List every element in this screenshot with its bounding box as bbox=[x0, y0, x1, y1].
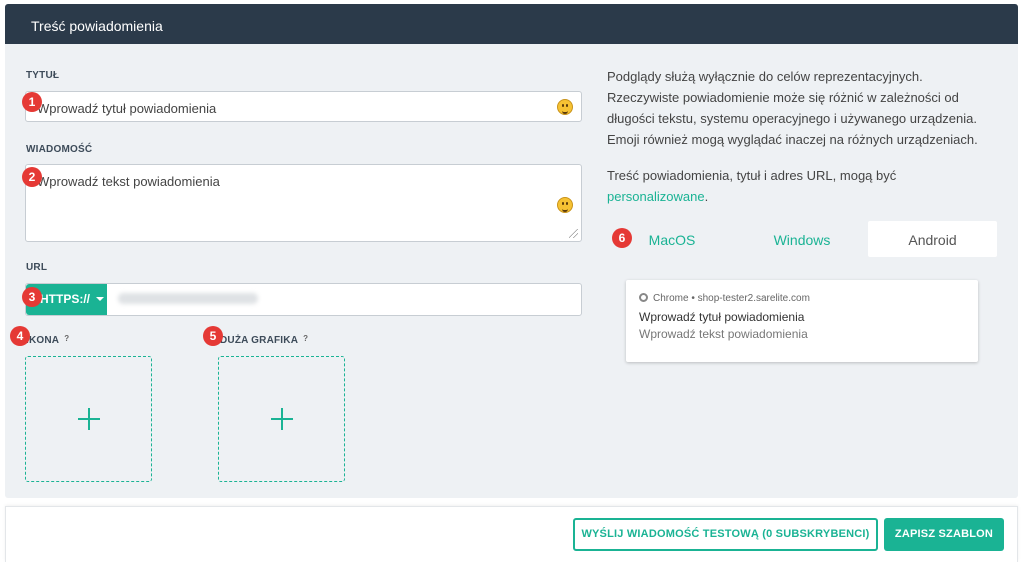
tab-android[interactable]: Android bbox=[868, 221, 997, 257]
save-template-button[interactable]: ZAPISZ SZABLON bbox=[884, 518, 1004, 551]
url-input[interactable]: HTTPS:// bbox=[25, 283, 582, 316]
message-textarea[interactable]: Wprowadź tekst powiadomienia bbox=[25, 164, 582, 242]
icon-label-text: IKONA bbox=[26, 335, 60, 346]
resize-handle-icon[interactable] bbox=[569, 229, 578, 238]
preview-source-text: Chrome • shop-tester2.sarelite.com bbox=[653, 293, 810, 304]
help-icon[interactable]: ? bbox=[303, 334, 308, 343]
url-label: URL bbox=[26, 262, 48, 273]
protocol-value: HTTPS:// bbox=[40, 292, 90, 306]
title-input[interactable]: Wprowadź tytuł powiadomienia bbox=[25, 91, 582, 122]
caret-down-icon bbox=[96, 297, 104, 301]
info-line-link: personalizowane. bbox=[607, 186, 896, 207]
chrome-icon bbox=[639, 293, 648, 302]
step-badge-2: 2 bbox=[22, 167, 42, 187]
step-badge-5: 5 bbox=[203, 326, 223, 346]
image-upload-dropzone[interactable] bbox=[218, 356, 345, 482]
icon-label: IKONA? bbox=[26, 334, 69, 346]
step-badge-3: 3 bbox=[22, 287, 42, 307]
smiley-face-icon[interactable] bbox=[557, 99, 573, 115]
preview-title: Wprowadź tytuł powiadomienia bbox=[639, 310, 805, 324]
info-line: Podglądy służą wyłącznie do celów reprez… bbox=[607, 69, 923, 84]
message-label: WIADOMOŚĆ bbox=[26, 144, 93, 155]
preview-source: Chrome • shop-tester2.sarelite.com bbox=[639, 292, 810, 304]
info-line: Emoji również mogą wyglądać inaczej na r… bbox=[607, 132, 978, 147]
personalization-link[interactable]: personalizowane bbox=[607, 189, 705, 204]
preview-info-text: Podglądy służą wyłącznie do celów reprez… bbox=[607, 66, 978, 150]
title-label: TYTUŁ bbox=[26, 70, 60, 81]
smiley-face-icon[interactable] bbox=[557, 197, 573, 213]
info-line: Rzeczywiste powiadomienie może się różni… bbox=[607, 90, 959, 105]
notification-preview-card: Chrome • shop-tester2.sarelite.com Wprow… bbox=[626, 280, 978, 362]
info-line: długości tekstu, systemu operacyjnego i … bbox=[607, 111, 977, 126]
image-label-text: DUŻA GRAFIKA bbox=[220, 335, 299, 346]
title-placeholder: Wprowadź tytuł powiadomienia bbox=[37, 101, 217, 116]
image-label: DUŻA GRAFIKA? bbox=[220, 334, 308, 346]
step-badge-4: 4 bbox=[10, 326, 30, 346]
icon-upload-dropzone[interactable] bbox=[25, 356, 152, 482]
plus-icon bbox=[77, 408, 100, 430]
plus-icon bbox=[270, 408, 293, 430]
step-badge-1: 1 bbox=[22, 92, 42, 112]
tab-windows[interactable]: Windows bbox=[742, 221, 862, 257]
panel-title: Treść powiadomienia bbox=[5, 4, 1018, 44]
personalization-info: Treść powiadomienia, tytuł i adres URL, … bbox=[607, 165, 896, 207]
url-value-blurred bbox=[118, 293, 258, 304]
send-test-button[interactable]: WYŚLIJ WIADOMOŚĆ TESTOWĄ (0 SUBSKRYBENCI… bbox=[573, 518, 878, 551]
step-badge-6: 6 bbox=[612, 228, 632, 248]
preview-body: Wprowadź tekst powiadomienia bbox=[639, 327, 808, 341]
info-line: Treść powiadomienia, tytuł i adres URL, … bbox=[607, 168, 897, 183]
message-placeholder: Wprowadź tekst powiadomienia bbox=[37, 174, 220, 189]
help-icon[interactable]: ? bbox=[64, 334, 69, 343]
info-period: . bbox=[704, 189, 709, 204]
